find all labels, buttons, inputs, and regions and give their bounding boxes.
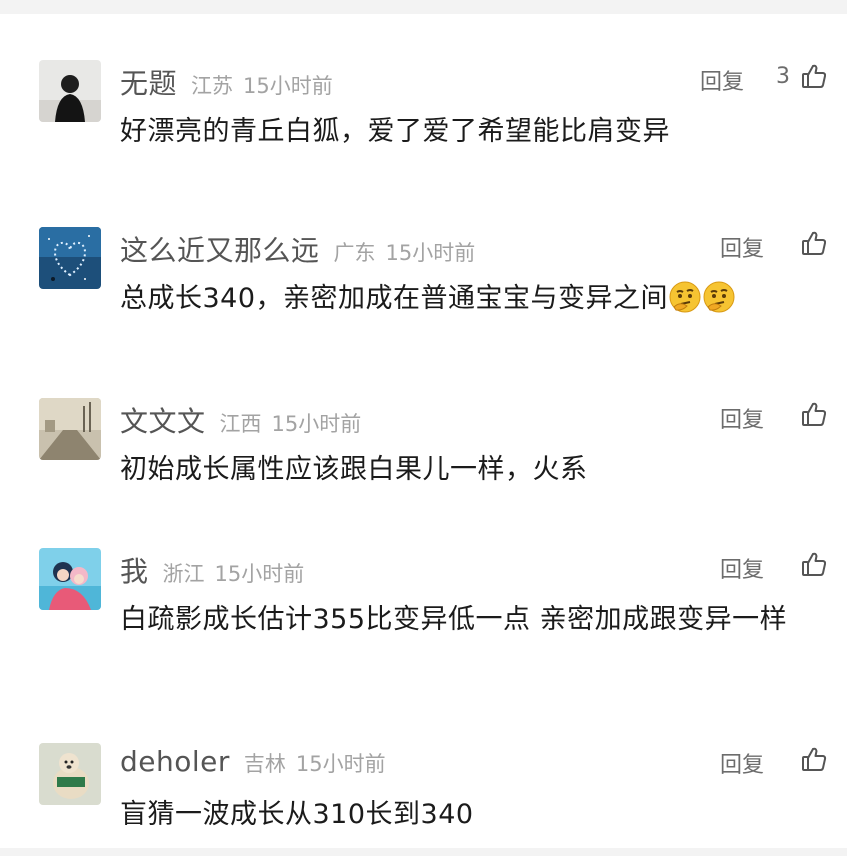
heart-stars-photo: [39, 227, 101, 289]
foggy-road-photo: [39, 398, 101, 460]
location: 江西: [219, 412, 262, 436]
comment-meta: 无题 江苏 15小时前: [120, 62, 333, 100]
location: 广东: [333, 241, 376, 265]
comment-text: 好漂亮的青丘白狐，爱了爱了希望能比肩变异: [120, 116, 670, 147]
comment-item: 文文文 江西 15小时前 回复 初始成长属性应该跟白果儿一样，火系: [0, 398, 847, 518]
comment-meta: deholer 吉林 15小时前: [120, 745, 386, 781]
username[interactable]: 这么近又那么远: [120, 229, 320, 269]
avatar[interactable]: [39, 743, 101, 805]
comment-meta: 文文文 江西 15小时前: [120, 400, 362, 438]
dog-photo: [39, 743, 101, 805]
comment-item: 我 浙江 15小时前 回复 白疏影成长估计355比变异低一点 亲密加成跟变异一样: [0, 548, 847, 698]
comment-text: 盲猜一波成长从310长到340: [120, 799, 474, 830]
comment-text: 白疏影成长估计355比变异低一点 亲密加成跟变异一样: [120, 604, 788, 635]
username[interactable]: 我: [120, 550, 149, 590]
comment-meta: 我 浙江 15小时前: [120, 550, 305, 588]
comment-meta: 这么近又那么远 广东 15小时前: [120, 229, 476, 267]
thumbs-up-icon[interactable]: [800, 550, 828, 578]
comment-item: 无题 江苏 15小时前 回复 3 好漂亮的青丘白狐，爱了爱了希望能比肩变异: [0, 60, 847, 180]
top-divider: [0, 0, 847, 14]
comment-item: 这么近又那么远 广东 15小时前 回复 总成长340，亲密加成在普通宝宝与变异之…: [0, 227, 847, 347]
reply-button[interactable]: 回复: [720, 747, 764, 779]
person-back-photo: [39, 60, 101, 122]
location: 吉林: [243, 752, 286, 776]
comment-item: deholer 吉林 15小时前 回复 盲猜一波成长从310长到340: [0, 743, 847, 843]
thumbs-up-icon[interactable]: [800, 400, 828, 428]
reply-button[interactable]: 回复: [720, 231, 764, 263]
avatar[interactable]: [39, 227, 101, 289]
thinking-emoji-icon: [702, 280, 736, 314]
thinking-emoji-icon: [668, 280, 702, 314]
thumbs-up-icon[interactable]: [800, 229, 828, 257]
username[interactable]: deholer: [120, 745, 230, 778]
comment-text: 初始成长属性应该跟白果儿一样，火系: [120, 454, 588, 485]
reply-button[interactable]: 回复: [720, 552, 764, 584]
avatar[interactable]: [39, 398, 101, 460]
timestamp: 15小时前: [385, 241, 476, 265]
avatar[interactable]: [39, 548, 101, 610]
thumbs-up-icon[interactable]: [800, 62, 828, 90]
like-count: 3: [776, 64, 790, 89]
timestamp: 15小时前: [243, 74, 333, 98]
location: 浙江: [162, 562, 205, 586]
username[interactable]: 无题: [120, 62, 177, 102]
timestamp: 15小时前: [214, 562, 305, 586]
reply-button[interactable]: 回复: [720, 402, 764, 434]
comment-text-body: 总成长340，亲密加成在普通宝宝与变异之间: [120, 283, 669, 314]
timestamp: 15小时前: [271, 412, 362, 436]
bottom-divider: [0, 848, 847, 856]
avatar[interactable]: [39, 60, 101, 122]
location: 江苏: [191, 74, 234, 98]
username[interactable]: 文文文: [120, 400, 206, 440]
timestamp: 15小时前: [295, 752, 386, 776]
anime-couple-photo: [39, 548, 101, 610]
reply-button[interactable]: 回复: [700, 64, 744, 96]
comment-text: 总成长340，亲密加成在普通宝宝与变异之间: [120, 277, 820, 321]
thumbs-up-icon[interactable]: [800, 745, 828, 773]
